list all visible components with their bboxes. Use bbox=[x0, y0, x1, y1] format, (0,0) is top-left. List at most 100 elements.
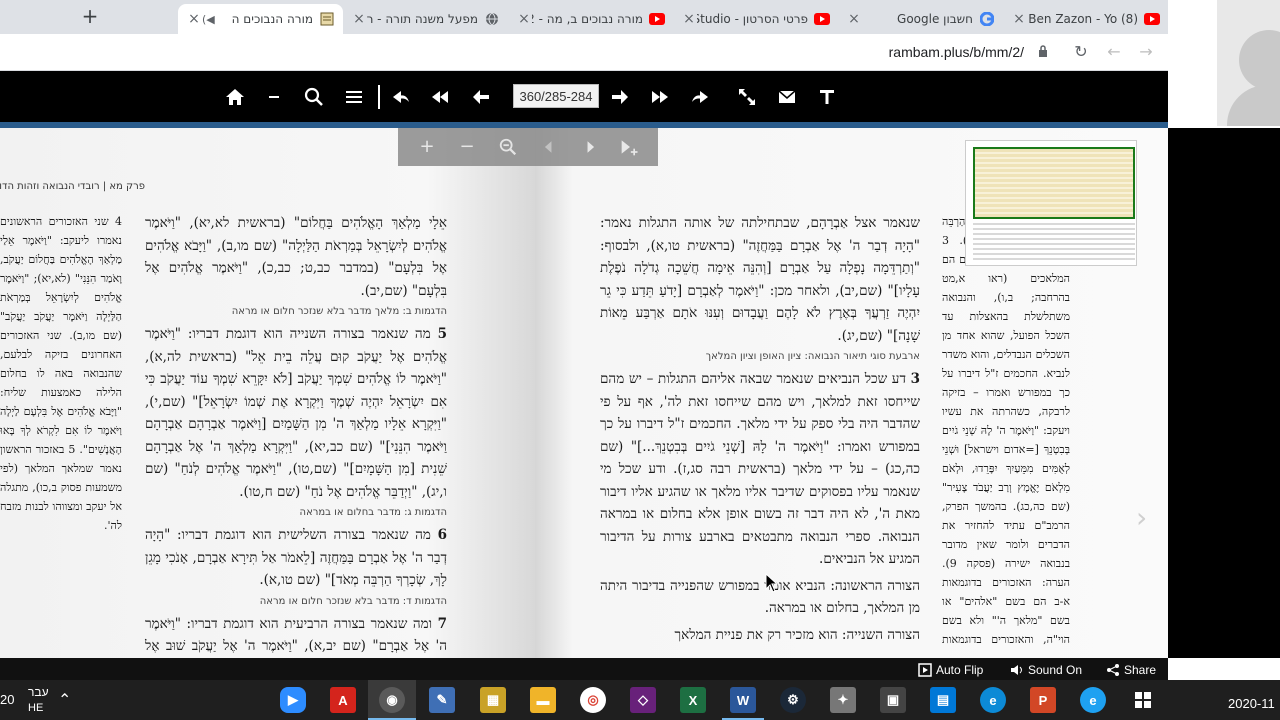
zoom-icon[interactable]: ▶ bbox=[280, 687, 306, 713]
left-notes-column: 4 שני האזכורים הראשונים נאמרו ליעקב: "וַ… bbox=[0, 215, 122, 532]
fast-back-icon[interactable] bbox=[427, 84, 453, 110]
powerpoint-icon[interactable]: P bbox=[1030, 687, 1056, 713]
steam-icon[interactable]: ⚙ bbox=[780, 687, 806, 713]
search-icon[interactable] bbox=[301, 84, 327, 110]
paragraph: 3 דע שכל הנביאים שנאמר שבאה אליהם התגלות… bbox=[600, 368, 920, 571]
paragraph-text: מה שנאמר בצורה השלישית הוא דוגמת דבריו: … bbox=[145, 527, 447, 588]
date-display: 2020-11 bbox=[1228, 696, 1275, 711]
first-page-icon[interactable] bbox=[387, 84, 413, 110]
forward-arrow-icon[interactable]: → bbox=[1136, 42, 1156, 62]
browser-tab-more-nevuchim[interactable]: מורה נבוכים ב, מה - 2 × bbox=[508, 4, 673, 34]
pan-right-icon[interactable] bbox=[577, 134, 603, 160]
paragraph-text: ומה שנאמר בצורה הרביעית הוא דוגמת דבריו:… bbox=[145, 615, 447, 655]
fast-forward-icon[interactable] bbox=[647, 84, 673, 110]
auto-flip-button[interactable]: Auto Flip bbox=[918, 661, 983, 679]
paragraph-number: 6 bbox=[437, 527, 448, 543]
chrome-remote-icon[interactable]: ◉ bbox=[379, 687, 405, 713]
running-header: פרק מא | רובדי הנבואה וזהות הדובר bbox=[0, 181, 145, 192]
right-notes-column: אָנֹכִי מָגֵן לָךְ שְׂכָרְךָ הַרְבֵּה מְ… bbox=[942, 215, 1070, 646]
tab-title: מפעל משנה תורה - ר bbox=[367, 12, 478, 26]
close-icon[interactable]: × bbox=[516, 11, 532, 27]
last-page-icon[interactable] bbox=[688, 84, 714, 110]
visual-studio-icon[interactable]: ◇ bbox=[630, 687, 656, 713]
pan-left-icon[interactable] bbox=[536, 134, 562, 160]
chrome-icon[interactable]: ◎ bbox=[580, 687, 606, 713]
browser-tab-studio[interactable]: פרטי הסרטון - Studio × bbox=[673, 4, 838, 34]
page-thumbnail[interactable] bbox=[965, 140, 1137, 266]
paragraph-text: שנאמר אצל אַבְרָהָם, שבתחילתה של אותה הת… bbox=[600, 215, 920, 344]
browser-tab-youtube-1[interactable]: (8) Orit Ben Zazon - Yo × bbox=[1003, 4, 1168, 34]
paragraph: הצורה הראשונה: הנביא אומר במפורש שהפנייה… bbox=[600, 575, 920, 620]
zoom-toolbar: + − bbox=[398, 128, 658, 166]
tab-title: (8) Orit Ben Zazon - Yo bbox=[1027, 12, 1138, 26]
close-icon[interactable]: × bbox=[1011, 11, 1027, 27]
youtube-icon bbox=[649, 11, 665, 27]
section-caption: הדגמות ד: מדבר בלא שנזכר חלום או מראה bbox=[259, 595, 447, 607]
next-icon[interactable] bbox=[607, 84, 633, 110]
fullscreen-icon[interactable] bbox=[734, 84, 760, 110]
word-icon[interactable]: W bbox=[730, 687, 756, 713]
browser-tab-google-account[interactable]: חשבון Google × bbox=[838, 4, 1003, 34]
network-icon[interactable]: ✦ bbox=[830, 687, 856, 713]
close-icon[interactable]: × bbox=[681, 11, 697, 27]
paragraph: 7 ומה שנאמר בצורה הרביעית הוא דוגמת דברי… bbox=[145, 613, 447, 659]
mail-icon[interactable] bbox=[774, 84, 800, 110]
excel-icon[interactable]: X bbox=[680, 687, 706, 713]
prev-icon[interactable] bbox=[468, 84, 494, 110]
share-button[interactable]: Share bbox=[1106, 661, 1156, 679]
language-indicator[interactable]: עבר bbox=[28, 685, 49, 699]
speaker-icon bbox=[1011, 665, 1022, 675]
zoom-reset-icon[interactable] bbox=[495, 134, 521, 160]
section-caption: ארבעת סוגי תיאור הנבואה: ציון האופן וציו… bbox=[705, 351, 920, 362]
zoom-out-button[interactable]: − bbox=[454, 134, 480, 160]
close-icon[interactable]: × bbox=[186, 11, 202, 27]
tab-title: מורה נבוכים ב, מה - 2 bbox=[532, 12, 643, 26]
close-icon[interactable]: × bbox=[846, 11, 862, 27]
address-bar: rambam.plus/b/mm/2/ ↻ ← → bbox=[0, 34, 1168, 71]
lock-icon[interactable] bbox=[1038, 45, 1048, 57]
text-icon[interactable] bbox=[814, 84, 840, 110]
reload-icon[interactable]: ↻ bbox=[1071, 42, 1091, 62]
paragraph-text: אֵלָי מַלְאַךְ הָאֱלֹהִים בַּחֲלוֹם" (בר… bbox=[145, 215, 447, 299]
thumbnail-preview-lines bbox=[973, 223, 1135, 261]
thumbnail-current-spread[interactable] bbox=[973, 147, 1135, 219]
left-page[interactable]: פרק מא | רובדי הנבואה וזהות הדובר אֵלָי … bbox=[0, 128, 535, 658]
speaker-icon[interactable]: ◀) bbox=[202, 13, 215, 26]
store-icon[interactable]: ▤ bbox=[930, 687, 956, 713]
avatar-head bbox=[1239, 30, 1280, 90]
share-label: Share bbox=[1124, 663, 1157, 677]
mouse-cursor-icon bbox=[765, 573, 779, 593]
browser-tab-active[interactable]: מורה הנבוכים ה ◀) × bbox=[178, 4, 343, 34]
browser-tab-mishne-torah[interactable]: מפעל משנה תורה - ר × bbox=[343, 4, 508, 34]
windows-start-icon[interactable] bbox=[1130, 687, 1156, 713]
sound-button[interactable]: Sound On bbox=[1010, 661, 1082, 679]
close-icon[interactable]: × bbox=[351, 11, 367, 27]
language-code[interactable]: HE bbox=[28, 702, 43, 714]
new-tab-button[interactable]: + bbox=[80, 4, 100, 28]
globe-icon bbox=[484, 11, 500, 27]
internet-explorer-icon[interactable]: e bbox=[1080, 687, 1106, 713]
tab-title: חשבון Google bbox=[897, 12, 973, 26]
next-page-arrow-icon[interactable]: › bbox=[1136, 501, 1147, 534]
archive-icon[interactable]: ▦ bbox=[480, 687, 506, 713]
page-number-input[interactable]: 360/285-284 bbox=[513, 84, 599, 108]
tray-chevron-icon[interactable]: ⌃ bbox=[58, 690, 71, 710]
paint-icon[interactable]: ✎ bbox=[429, 687, 455, 713]
screen: { "browser": { "tabs": [ {"title": "(8) … bbox=[0, 0, 1280, 720]
home-icon[interactable] bbox=[222, 84, 248, 110]
browser-tab-strip: (8) Orit Ben Zazon - Yo × חשבון Google ×… bbox=[0, 0, 1168, 34]
edge-icon[interactable]: e bbox=[980, 687, 1006, 713]
zoom-in-button[interactable]: + bbox=[414, 134, 440, 160]
paragraph-number: 3 bbox=[910, 371, 921, 387]
webcam-overlay bbox=[1217, 0, 1280, 126]
ssh-icon[interactable]: ▣ bbox=[880, 687, 906, 713]
back-arrow-icon[interactable]: ← bbox=[1104, 42, 1124, 62]
side-dark-area bbox=[1168, 128, 1280, 658]
zoom-out-icon[interactable] bbox=[261, 84, 287, 110]
fit-page-icon[interactable] bbox=[617, 134, 643, 160]
acrobat-icon[interactable]: A bbox=[330, 687, 356, 713]
file-explorer-icon[interactable]: ▬ bbox=[530, 687, 556, 713]
section-caption: הדגמות ג: מדבר בחלום או במראה bbox=[299, 507, 447, 518]
list-icon[interactable] bbox=[341, 84, 367, 110]
url-field[interactable]: rambam.plus/b/mm/2/ bbox=[889, 44, 1024, 60]
